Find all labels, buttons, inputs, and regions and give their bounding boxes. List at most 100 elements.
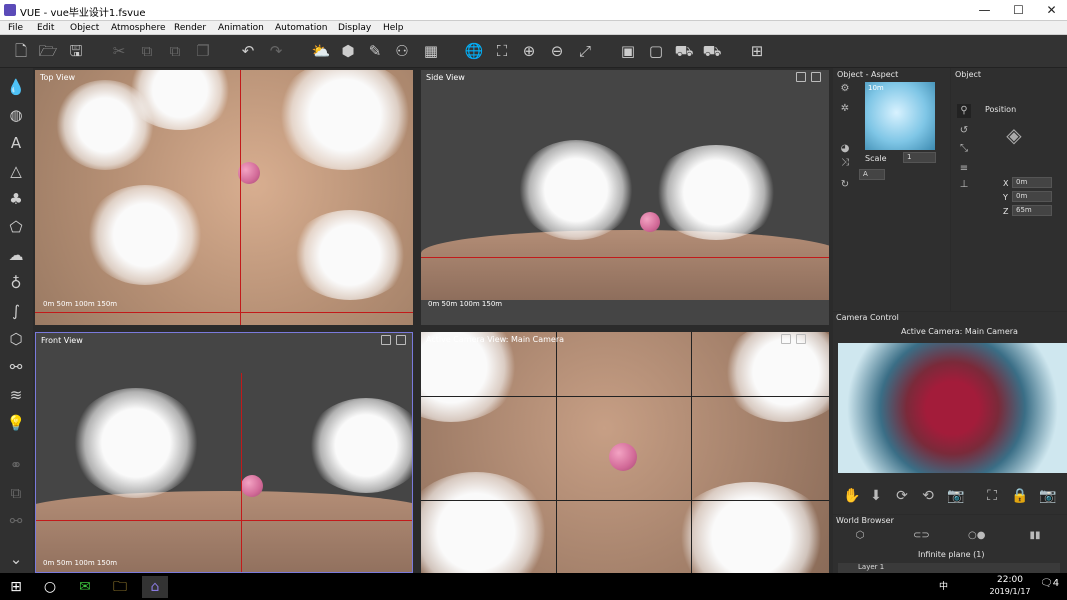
- wechat-icon[interactable]: ✉: [72, 576, 98, 598]
- rock-icon[interactable]: ⬠: [5, 216, 27, 238]
- vue-taskbar-icon[interactable]: ⌂: [142, 576, 168, 598]
- rotate-icon[interactable]: ↺: [957, 124, 971, 138]
- film-icon[interactable]: ▦: [420, 40, 442, 62]
- camera-viewport-maximize-icon[interactable]: [796, 334, 806, 344]
- gear-icon[interactable]: ⚙: [838, 82, 852, 96]
- notification-icon[interactable]: 🗨4: [1040, 578, 1059, 589]
- layer-row[interactable]: Layer 1: [838, 563, 1060, 573]
- render-icon[interactable]: ⛟: [701, 40, 723, 62]
- copy-icon[interactable]: ⧉: [136, 40, 158, 62]
- side-view-viewport[interactable]: Side View 0m 50m 100m 150m: [421, 70, 829, 325]
- path-icon[interactable]: ∫: [5, 300, 27, 322]
- viewport-cube-icon[interactable]: [796, 72, 806, 82]
- menu-file[interactable]: File: [8, 23, 23, 33]
- snapshot-icon[interactable]: 📷: [1039, 489, 1056, 503]
- undo-icon[interactable]: ↶: [237, 40, 259, 62]
- wand-icon[interactable]: ✎: [364, 40, 386, 62]
- npr-render-icon[interactable]: ⛟: [673, 40, 695, 62]
- maximize-button[interactable]: ☐: [1002, 0, 1035, 21]
- material-icon[interactable]: ⬢: [337, 40, 359, 62]
- open-folder-icon[interactable]: 🗁: [37, 40, 59, 62]
- frame-icon[interactable]: ⛶: [491, 40, 513, 62]
- globe-icon[interactable]: 🌐: [463, 40, 485, 62]
- move-down-icon[interactable]: ⬇: [869, 489, 883, 503]
- link-icon[interactable]: ⚯: [5, 510, 27, 532]
- planet-icon[interactable]: ♁: [5, 272, 27, 294]
- minimize-button[interactable]: —: [968, 0, 1001, 21]
- zoom-in-icon[interactable]: ⊕: [518, 40, 540, 62]
- y-input[interactable]: 0m: [1012, 191, 1052, 202]
- terrain-icon[interactable]: △: [5, 160, 27, 182]
- menu-render[interactable]: Render: [174, 23, 206, 33]
- ime-indicator[interactable]: 中: [939, 579, 948, 592]
- top-view-viewport[interactable]: Top View 0m 50m 100m 150m: [35, 70, 413, 325]
- frame-camera-icon[interactable]: ⛶: [985, 489, 999, 503]
- duplicate-icon[interactable]: ❐: [192, 40, 214, 62]
- aspect-letter-dropdown[interactable]: A: [859, 169, 885, 180]
- shuffle-icon[interactable]: ⤨: [838, 156, 852, 170]
- fit-icon[interactable]: ⤢: [574, 40, 596, 62]
- expand-chevron-icon[interactable]: ⌄: [5, 548, 27, 570]
- wind-icon[interactable]: ≋: [5, 384, 27, 406]
- metablob-icon[interactable]: ⚯: [5, 356, 27, 378]
- clock-date[interactable]: 2019/1/17: [983, 587, 1037, 596]
- group-icon[interactable]: ⚭: [5, 454, 27, 476]
- save-icon[interactable]: 🖫: [65, 40, 87, 62]
- front-view-viewport[interactable]: Front View 0m 50m 100m 150m: [35, 332, 413, 573]
- camera-viewport-cube-icon[interactable]: [781, 334, 791, 344]
- cut-icon[interactable]: ✂: [108, 40, 130, 62]
- layers-icon[interactable]: ≡: [957, 162, 971, 176]
- file-explorer-icon[interactable]: 🗀: [107, 576, 133, 598]
- rotate-camera-icon[interactable]: ⟲: [921, 489, 935, 503]
- x-input[interactable]: 0m: [1012, 177, 1052, 188]
- menu-atmosphere[interactable]: Atmosphere: [111, 23, 165, 33]
- cube-icon[interactable]: ⬡: [5, 328, 27, 350]
- close-button[interactable]: ✕: [1035, 0, 1067, 21]
- material-ball-icon[interactable]: ◕: [838, 142, 852, 156]
- gear-small-icon[interactable]: ✲: [838, 102, 852, 116]
- light-icon[interactable]: 💡: [5, 412, 27, 434]
- pivot-icon[interactable]: ⊥: [957, 178, 971, 192]
- layout-icon[interactable]: ⊞: [746, 40, 768, 62]
- atmosphere-icon[interactable]: ⛅: [310, 40, 332, 62]
- ecosystem-icon[interactable]: ⚇: [391, 40, 413, 62]
- cortana-icon[interactable]: ○: [37, 576, 63, 598]
- menu-display[interactable]: Display: [338, 23, 371, 33]
- menu-automation[interactable]: Automation: [275, 23, 327, 33]
- boolean-icon[interactable]: ⧉: [5, 482, 27, 504]
- orbit-icon[interactable]: ⟳: [895, 489, 909, 503]
- clock-time[interactable]: 22:00: [990, 575, 1030, 585]
- camera-view-viewport[interactable]: Active Camera View: Main Camera: [421, 332, 829, 573]
- camera-icon[interactable]: 📷: [947, 489, 964, 503]
- windows-start-icon[interactable]: ⊞: [3, 576, 29, 598]
- redo-icon[interactable]: ↷: [265, 40, 287, 62]
- paste-icon[interactable]: ⧉: [164, 40, 186, 62]
- menu-animation[interactable]: Animation: [218, 23, 264, 33]
- materials-tab-icon[interactable]: ○●: [968, 529, 985, 543]
- plant-icon[interactable]: ♣: [5, 188, 27, 210]
- objects-tab-icon[interactable]: ⬡: [853, 529, 867, 543]
- position-pin-icon[interactable]: ⚲: [957, 104, 971, 118]
- lock-icon[interactable]: 🔒: [1011, 489, 1028, 503]
- refresh-icon[interactable]: ↻: [838, 178, 852, 192]
- menu-help[interactable]: Help: [383, 23, 404, 33]
- zoom-out-icon[interactable]: ⊖: [546, 40, 568, 62]
- front-viewport-cube-icon[interactable]: [381, 335, 391, 345]
- water-icon[interactable]: 💧: [5, 76, 27, 98]
- scale-input[interactable]: 1: [903, 152, 936, 163]
- size-icon[interactable]: ⤡: [957, 142, 971, 156]
- new-file-icon[interactable]: 🗋: [10, 40, 32, 62]
- text-icon[interactable]: A: [5, 132, 27, 154]
- links-tab-icon[interactable]: ⊂⊃: [913, 529, 930, 543]
- hand-pan-icon[interactable]: ✋: [843, 489, 860, 503]
- viewport-maximize-icon[interactable]: [811, 72, 821, 82]
- material-preview[interactable]: 10m: [865, 82, 935, 150]
- front-viewport-maximize-icon[interactable]: [396, 335, 406, 345]
- render-area-icon[interactable]: ▢: [645, 40, 667, 62]
- sphere-icon[interactable]: ◍: [5, 104, 27, 126]
- render-preview-icon[interactable]: ▣: [617, 40, 639, 62]
- library-tab-icon[interactable]: ▮▮: [1028, 529, 1042, 543]
- cloud-layer-icon[interactable]: ☁: [5, 244, 27, 266]
- z-input[interactable]: 65m: [1012, 205, 1052, 216]
- menu-edit[interactable]: Edit: [37, 23, 54, 33]
